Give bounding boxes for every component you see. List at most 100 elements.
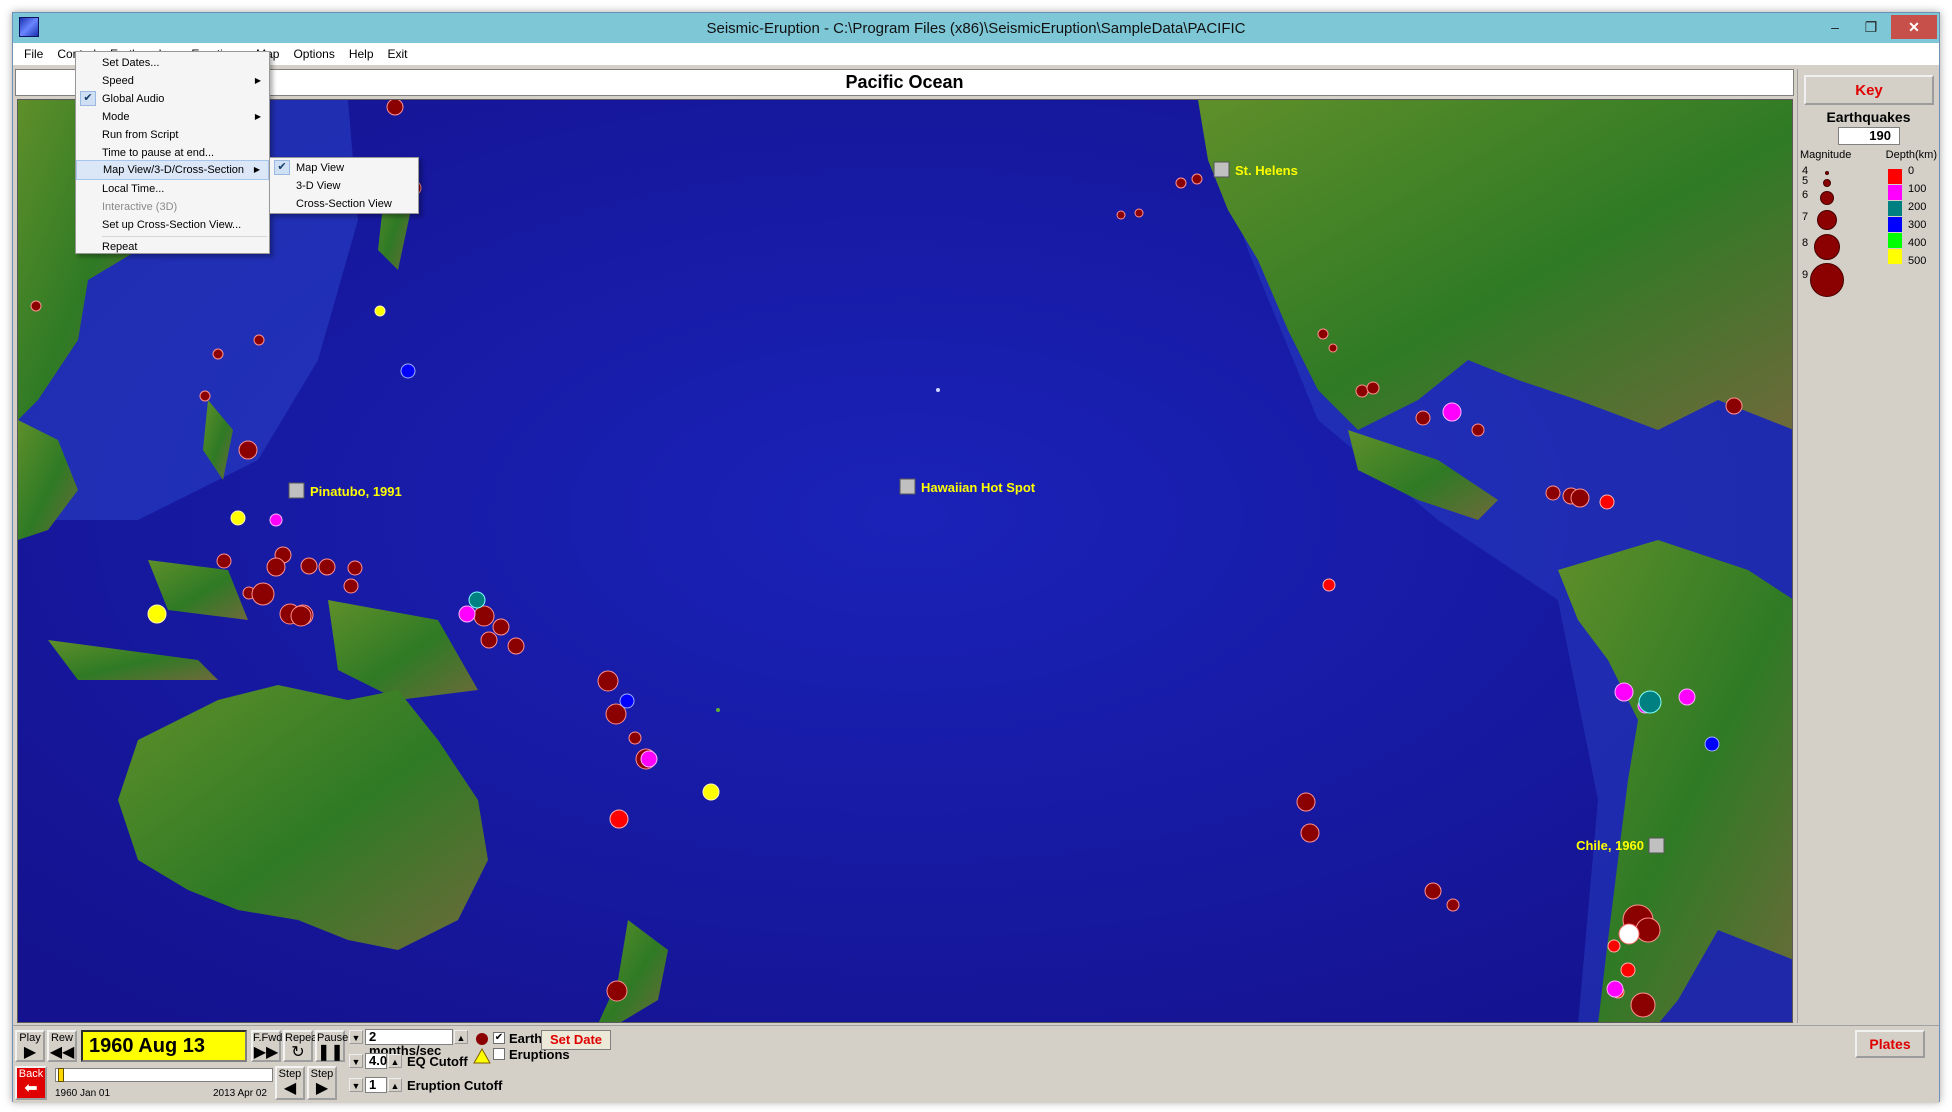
key-button[interactable]: Key — [1804, 75, 1934, 105]
depth-100-label: 100 — [1908, 183, 1927, 195]
menu-item-label: Interactive (3D) — [102, 201, 178, 213]
repeat-button[interactable]: Repeat ↻ — [283, 1030, 320, 1062]
magnitude-4-dot — [1825, 171, 1829, 175]
fast-forward-label: F.Fwd — [253, 1032, 283, 1044]
menu-item-run-from-script[interactable]: Run from Script — [76, 126, 269, 144]
menu-item-map-view-3d-cross-section[interactable]: Map View/3-D/Cross-Section ▶ — [76, 160, 269, 180]
fast-forward-icon: ▶▶ — [253, 1044, 279, 1061]
step-forward-label: Step — [310, 1068, 334, 1080]
playback-controls: Play ▶ Rew ◀◀ 1960 Aug 13 F.Fwd ▶▶ Repea… — [13, 1025, 1939, 1103]
depth-swatch-0 — [1888, 169, 1902, 184]
set-date-button[interactable]: Set Date — [541, 1030, 611, 1050]
world-map[interactable]: St. Helens Pinatubo, 1991 Hawaiian Hot S… — [18, 100, 1793, 1023]
submenu-arrow-icon: ▶ — [253, 165, 260, 174]
step-forward-button[interactable]: Step ▶ — [307, 1066, 337, 1100]
depth-200-label: 200 — [1908, 201, 1927, 213]
magnitude-8-label: 8 — [1802, 237, 1809, 249]
view-submenu: ✔ Map View 3-D View Cross-Section View — [269, 157, 419, 214]
eq-cutoff-value[interactable]: 4.0 — [365, 1053, 387, 1069]
submenu-item-map-view[interactable]: ✔ Map View — [270, 159, 418, 177]
eruption-cutoff-down-arrow[interactable]: ▼ — [349, 1078, 363, 1092]
menu-options[interactable]: Options — [286, 47, 341, 61]
back-button[interactable]: Back ⬅ — [15, 1066, 47, 1100]
map-view[interactable]: St. Helens Pinatubo, 1991 Hawaiian Hot S… — [17, 99, 1793, 1023]
pause-button[interactable]: Pause ❚❚ — [315, 1030, 348, 1062]
pause-icon: ❚❚ — [317, 1044, 344, 1061]
magnitude-6-label: 6 — [1802, 189, 1809, 201]
menu-help[interactable]: Help — [342, 47, 381, 61]
end-date-label: 2013 Apr 02 — [213, 1088, 267, 1099]
speed-down-arrow[interactable]: ▼ — [349, 1030, 363, 1044]
magnitude-8-dot — [1814, 234, 1840, 260]
earthquakes-checkbox[interactable]: ✔ — [493, 1032, 505, 1044]
app-icon[interactable] — [19, 17, 39, 37]
rewind-icon: ◀◀ — [49, 1044, 75, 1061]
magnitude-7-label: 7 — [1802, 211, 1809, 223]
close-button[interactable]: ✕ — [1891, 15, 1937, 39]
plates-button[interactable]: Plates — [1855, 1030, 1925, 1058]
minimize-button[interactable]: – — [1817, 15, 1853, 39]
menu-item-local-time[interactable]: Local Time... — [76, 180, 269, 198]
depth-300-label: 300 — [1908, 219, 1927, 231]
volcano-chile[interactable]: Chile, 1960 — [1576, 837, 1665, 854]
volcano-st-helens[interactable]: St. Helens — [1213, 161, 1298, 178]
submenu-item-3d-view[interactable]: 3-D View — [270, 177, 418, 195]
fast-forward-button[interactable]: F.Fwd ▶▶ — [251, 1030, 283, 1062]
menu-item-setup-cross-section[interactable]: Set up Cross-Section View... — [76, 216, 269, 234]
magnitude-9-label: 9 — [1802, 269, 1809, 281]
submenu-item-label: 3-D View — [296, 180, 341, 192]
menu-item-label: Map View/3-D/Cross-Section — [103, 164, 245, 176]
timeline-slider[interactable] — [55, 1068, 273, 1082]
depth-swatch-100 — [1888, 185, 1902, 200]
menu-item-label: Set up Cross-Section View... — [102, 219, 242, 231]
current-quake-marker — [1618, 923, 1640, 945]
depth-swatch-500 — [1888, 249, 1902, 264]
menu-item-label: Global Audio — [102, 93, 165, 105]
speed-value[interactable]: 2 months/sec — [365, 1029, 453, 1058]
menu-file[interactable]: File — [17, 47, 50, 61]
submenu-arrow-icon: ▶ — [254, 76, 261, 85]
eruption-cutoff-value[interactable]: 1 — [365, 1077, 387, 1093]
window-title: Seismic-Eruption - C:\Program Files (x86… — [706, 19, 1246, 37]
volcano-hawaiian-hot-spot[interactable]: Hawaiian Hot Spot — [899, 478, 1036, 495]
title-bar: Seismic-Eruption - C:\Program Files (x86… — [13, 13, 1939, 43]
depth-400-label: 400 — [1908, 237, 1927, 249]
menu-item-set-dates[interactable]: Set Dates... — [76, 54, 269, 72]
menu-item-repeat[interactable]: Repeat — [76, 238, 269, 256]
key-panel: Key Earthquakes 190 Magnitude Depth(km) … — [1797, 69, 1939, 1023]
menu-item-speed[interactable]: Speed ▶ — [76, 72, 269, 90]
menu-item-label: Run from Script — [102, 129, 179, 141]
menu-item-mode[interactable]: Mode ▶ — [76, 108, 269, 126]
eruptions-checkbox[interactable] — [493, 1048, 505, 1060]
submenu-item-label: Cross-Section View — [296, 198, 392, 210]
speed-up-arrow[interactable]: ▲ — [454, 1030, 468, 1044]
magnitude-label: Magnitude — [1800, 149, 1852, 161]
eq-cutoff-down-arrow[interactable]: ▼ — [349, 1054, 363, 1068]
earthquake-count: 190 — [1838, 127, 1900, 145]
eq-cutoff-up-arrow[interactable]: ▲ — [388, 1054, 402, 1068]
menu-item-global-audio[interactable]: ✔ Global Audio — [76, 90, 269, 108]
eruption-cutoff-label: Eruption Cutoff — [407, 1078, 503, 1093]
checkmark-icon: ✔ — [80, 91, 96, 106]
maximize-button[interactable]: ❐ — [1853, 15, 1889, 39]
menu-item-label: Local Time... — [102, 183, 165, 195]
current-date-display: 1960 Aug 13 — [81, 1030, 247, 1062]
menu-item-label: Time to pause at end... — [102, 147, 215, 159]
depth-500-label: 500 — [1908, 255, 1927, 267]
magnitude-9-dot — [1810, 263, 1844, 297]
rewind-button[interactable]: Rew ◀◀ — [47, 1030, 77, 1062]
menu-separator — [102, 236, 267, 237]
step-back-button[interactable]: Step ◀ — [275, 1066, 305, 1100]
back-label: Back — [18, 1068, 44, 1080]
volcano-label-chile: Chile, 1960 — [1576, 838, 1644, 853]
play-button[interactable]: Play ▶ — [15, 1030, 45, 1062]
volcano-label-hawaii: Hawaiian Hot Spot — [921, 480, 1036, 495]
volcano-label-st-helens: St. Helens — [1235, 163, 1298, 178]
magnitude-6-dot — [1820, 191, 1834, 205]
depth-swatch-400 — [1888, 233, 1902, 248]
submenu-item-cross-section-view[interactable]: Cross-Section View — [270, 195, 418, 213]
menu-exit[interactable]: Exit — [381, 47, 415, 61]
key-heading: Earthquakes — [1826, 109, 1911, 125]
eruption-cutoff-up-arrow[interactable]: ▲ — [388, 1078, 402, 1092]
timeline-slider-thumb[interactable] — [58, 1068, 64, 1082]
